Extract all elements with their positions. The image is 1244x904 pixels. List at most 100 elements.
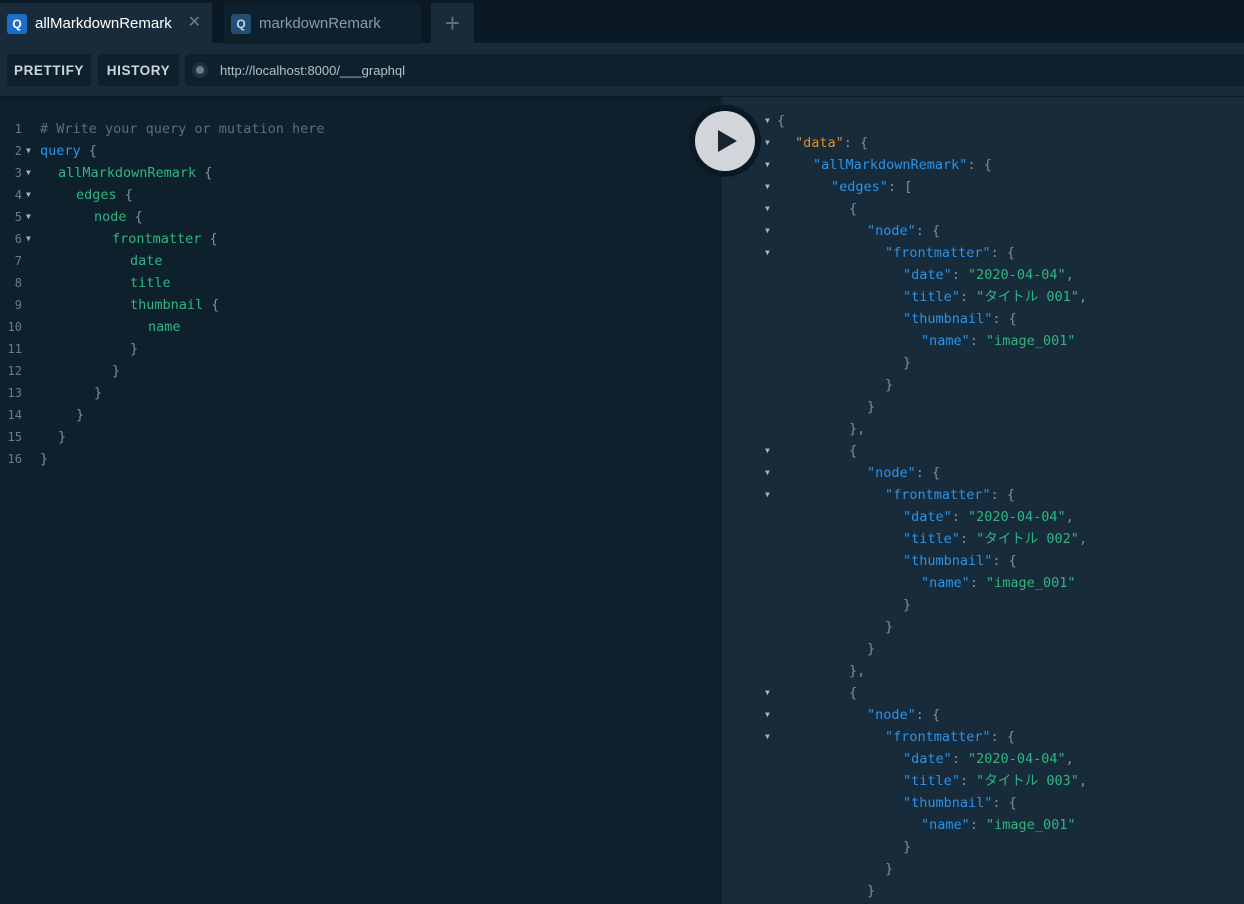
fold-arrow-icon[interactable]: ▼ — [26, 140, 31, 162]
code-text: query { — [40, 140, 97, 162]
code-text: title — [130, 272, 171, 294]
query-editor[interactable]: 1 # Write your query or mutation here 2 ▼ qu… — [0, 97, 722, 904]
result-token: , — [1065, 509, 1074, 525]
line-number: 2 — [14, 144, 22, 158]
toolbar: PRETTIFY HISTORY http://localhost:8000/_… — [0, 44, 1244, 97]
tab-allmarkdownremark[interactable]: Q allMarkdownRemark ✕ — [0, 3, 212, 44]
result-text: { — [849, 198, 857, 220]
fold-arrow-icon[interactable]: ▼ — [765, 704, 770, 726]
close-icon[interactable]: ✕ — [188, 12, 201, 32]
result-line: "title": "タイトル 002", — [722, 528, 1244, 550]
result-token: } — [867, 399, 876, 415]
line-number: 6 — [14, 232, 22, 246]
result-line: ▼ "node": { — [722, 220, 1244, 242]
result-token: "node" — [867, 223, 916, 239]
result-token: : { — [990, 729, 1016, 745]
result-token: : { — [992, 795, 1017, 811]
editor-line: 5 ▼ node { — [0, 206, 722, 228]
code-token: } — [58, 429, 67, 445]
result-token: "thumbnail" — [903, 553, 993, 569]
history-button[interactable]: HISTORY — [98, 54, 179, 86]
fold-arrow-icon[interactable]: ▼ — [765, 198, 770, 220]
code-token: } — [76, 407, 85, 423]
code-token: date — [130, 253, 163, 269]
result-token: } — [903, 839, 912, 855]
result-token: , — [1065, 267, 1074, 283]
result-text: } — [903, 352, 911, 374]
fold-arrow-icon[interactable]: ▼ — [765, 484, 770, 506]
execute-query-button[interactable] — [689, 105, 761, 177]
result-text: "name": "image_001" — [921, 330, 1075, 352]
result-text: "date": "2020-04-04", — [903, 748, 1074, 770]
result-token: , — [1078, 289, 1088, 305]
result-token: "date" — [903, 751, 952, 767]
result-token: "タイトル 002" — [976, 531, 1079, 547]
result-text: "title": "タイトル 001", — [903, 286, 1087, 308]
code-text: } — [94, 382, 102, 404]
line-number: 12 — [7, 364, 22, 378]
result-text: "node": { — [867, 704, 940, 726]
result-token: : [ — [887, 179, 913, 195]
code-token: { — [126, 209, 143, 225]
fold-arrow-icon[interactable]: ▼ — [26, 162, 31, 184]
result-token: "date" — [903, 267, 952, 283]
fold-arrow-icon[interactable]: ▼ — [26, 228, 31, 250]
result-token: "node" — [867, 465, 916, 481]
result-line: ▼ "frontmatter": { — [722, 484, 1244, 506]
line-number: 3 — [14, 166, 22, 180]
endpoint-url-field[interactable]: http://localhost:8000/___graphql — [185, 54, 1244, 86]
line-number: 10 — [7, 320, 22, 334]
code-token: { — [80, 143, 97, 159]
result-line: }, — [722, 660, 1244, 682]
editor-line: 8 title — [0, 272, 722, 294]
code-text: thumbnail { — [130, 294, 219, 316]
add-tab-button[interactable]: + — [431, 3, 474, 44]
result-line: "date": "2020-04-04", — [722, 748, 1244, 770]
fold-arrow-icon[interactable]: ▼ — [765, 462, 770, 484]
result-line: } — [722, 836, 1244, 858]
fold-arrow-icon[interactable]: ▼ — [765, 110, 770, 132]
tab-markdownremark[interactable]: Q markdownRemark — [224, 3, 421, 44]
fold-arrow-icon[interactable]: ▼ — [765, 220, 770, 242]
result-token: "2020-04-04" — [968, 267, 1066, 283]
fold-arrow-icon[interactable]: ▼ — [765, 154, 770, 176]
result-text: "edges": [ — [831, 176, 912, 198]
fold-arrow-icon[interactable]: ▼ — [765, 132, 770, 154]
fold-arrow-icon[interactable]: ▼ — [765, 682, 770, 704]
result-line: } — [722, 374, 1244, 396]
result-token: "title" — [903, 531, 960, 547]
code-text: } — [40, 448, 48, 470]
result-token: , — [1078, 531, 1088, 547]
result-line: ▼ "data": { — [722, 132, 1244, 154]
result-text: } — [885, 374, 893, 396]
endpoint-url: http://localhost:8000/___graphql — [220, 62, 406, 78]
fold-arrow-icon[interactable]: ▼ — [26, 184, 31, 206]
result-token: "image_001" — [986, 817, 1076, 833]
fold-arrow-icon[interactable]: ▼ — [765, 440, 770, 462]
result-token: "image_001" — [986, 575, 1076, 591]
result-text: }, — [849, 660, 865, 682]
fold-arrow-icon[interactable]: ▼ — [26, 206, 31, 228]
result-token: { — [849, 685, 858, 701]
prettify-button[interactable]: PRETTIFY — [7, 54, 91, 86]
result-line: "thumbnail": { — [722, 308, 1244, 330]
result-token: }, — [849, 421, 866, 437]
result-text: "thumbnail": { — [903, 792, 1017, 814]
result-token: "2020-04-04" — [968, 751, 1066, 767]
code-text: allMarkdownRemark { — [58, 162, 212, 184]
line-number: 5 — [14, 210, 22, 224]
fold-arrow-icon[interactable]: ▼ — [765, 176, 770, 198]
code-text: } — [130, 338, 138, 360]
result-token: : { — [915, 707, 941, 723]
editor-line: 2 ▼ query { — [0, 140, 722, 162]
result-token: } — [885, 377, 894, 393]
result-token: "title" — [903, 773, 960, 789]
result-line: } — [722, 352, 1244, 374]
result-token: : { — [990, 245, 1016, 261]
result-text: "frontmatter": { — [885, 726, 1015, 748]
result-text: "allMarkdownRemark": { — [813, 154, 992, 176]
result-line: "thumbnail": { — [722, 550, 1244, 572]
code-token: frontmatter — [112, 231, 202, 247]
fold-arrow-icon[interactable]: ▼ — [765, 726, 770, 748]
fold-arrow-icon[interactable]: ▼ — [765, 242, 770, 264]
